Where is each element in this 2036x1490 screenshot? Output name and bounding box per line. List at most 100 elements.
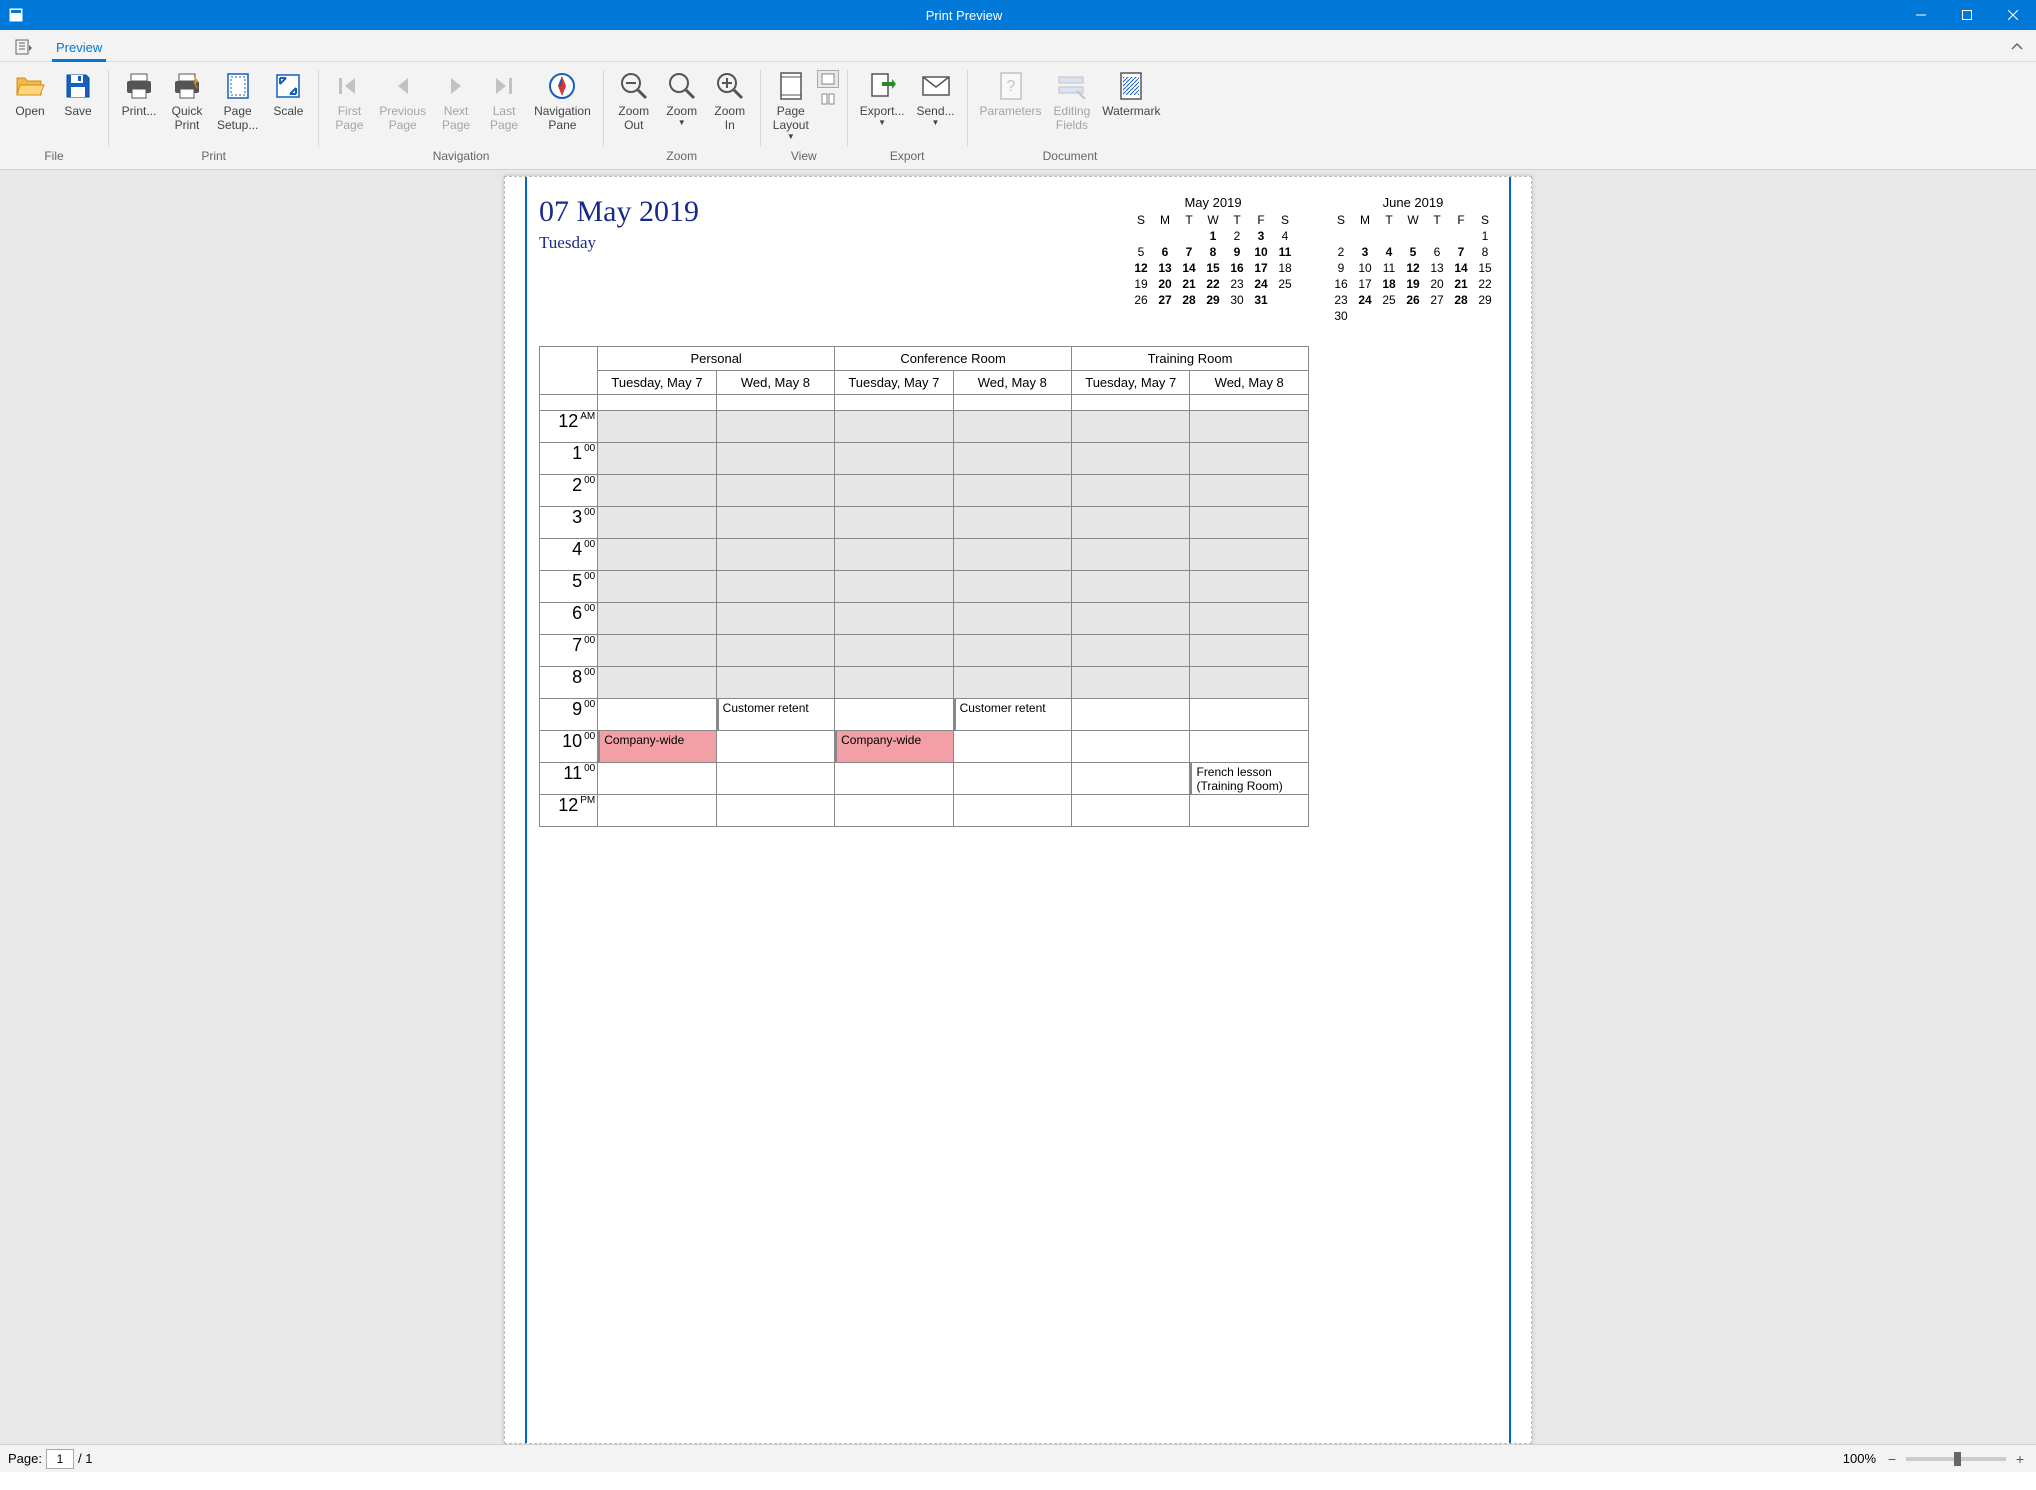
schedule-cell xyxy=(835,539,953,571)
time-label: 900 xyxy=(540,699,598,731)
preview-workspace[interactable]: 07 May 2019 Tuesday May 2019SMTWTFS12345… xyxy=(0,170,2036,1444)
schedule-cell xyxy=(1072,475,1190,507)
zoom-in-icon xyxy=(714,70,746,102)
schedule-cell xyxy=(835,699,953,731)
schedule-cell xyxy=(716,731,834,763)
page-number-input[interactable] xyxy=(46,1449,74,1469)
minimize-button[interactable] xyxy=(1898,0,1944,30)
schedule-cell xyxy=(835,443,953,475)
schedule-cell xyxy=(1190,699,1309,731)
maximize-button[interactable] xyxy=(1944,0,1990,30)
schedule-cell xyxy=(598,635,716,667)
chevron-down-icon: ▼ xyxy=(932,118,940,127)
schedule-cell xyxy=(1190,731,1309,763)
page-setup-button[interactable]: Page Setup... xyxy=(211,66,264,145)
schedule-cell: Company-wide xyxy=(598,731,716,763)
send-button[interactable]: Send... ▼ xyxy=(910,66,960,145)
time-label: 12PM xyxy=(540,795,598,827)
mini-cal-title: June 2019 xyxy=(1329,195,1497,210)
view-multi-icon[interactable] xyxy=(817,90,839,108)
first-page-icon xyxy=(333,70,365,102)
schedule-cell xyxy=(835,635,953,667)
zoom-out-button[interactable]: Zoom Out xyxy=(610,66,658,145)
schedule-cell xyxy=(598,411,716,443)
zoom-thumb[interactable] xyxy=(1954,1452,1961,1466)
save-button[interactable]: Save xyxy=(54,66,102,145)
schedule-cell xyxy=(953,411,1071,443)
schedule-cell xyxy=(598,699,716,731)
schedule-cell xyxy=(1072,507,1190,539)
schedule-cell xyxy=(835,507,953,539)
close-button[interactable] xyxy=(1990,0,2036,30)
preview-page: 07 May 2019 Tuesday May 2019SMTWTFS12345… xyxy=(504,176,1532,1444)
scale-button[interactable]: Scale xyxy=(264,66,312,145)
compass-icon xyxy=(546,70,578,102)
schedule-cell xyxy=(953,635,1071,667)
view-single-icon[interactable] xyxy=(817,70,839,88)
schedule-cell xyxy=(1190,667,1309,699)
scale-icon xyxy=(272,70,304,102)
print-button[interactable]: Print... xyxy=(115,66,163,145)
last-page-button[interactable]: Last Page xyxy=(480,66,528,145)
schedule-cell xyxy=(1190,475,1309,507)
calendar-event: French lesson (Training Room) xyxy=(1190,763,1308,794)
zoom-track[interactable] xyxy=(1906,1457,2006,1461)
schedule-cell xyxy=(598,475,716,507)
app-icon xyxy=(2,1,30,29)
group-zoom: Zoom Out Zoom ▼ Zoom In Zoom xyxy=(608,66,756,169)
export-button[interactable]: Export... ▼ xyxy=(854,66,911,145)
chevron-down-icon: ▼ xyxy=(678,118,686,127)
room-header: Conference Room xyxy=(835,347,1072,371)
day-header: Tuesday, May 7 xyxy=(598,371,716,395)
time-label: 1100 xyxy=(540,763,598,795)
schedule-cell xyxy=(716,475,834,507)
page-date-title: 07 May 2019 xyxy=(539,195,1129,229)
open-folder-icon xyxy=(14,70,46,102)
day-header: Tuesday, May 7 xyxy=(1072,371,1190,395)
schedule-cell xyxy=(1190,795,1309,827)
next-page-button[interactable]: Next Page xyxy=(432,66,480,145)
group-document: ? Parameters Editing Fields Watermark Do… xyxy=(972,66,1169,169)
collapse-ribbon-button[interactable] xyxy=(2008,38,2026,56)
schedule-cell xyxy=(1190,635,1309,667)
zoom-in-button[interactable]: Zoom In xyxy=(706,66,754,145)
open-button[interactable]: Open xyxy=(6,66,54,145)
navigation-pane-button[interactable]: Navigation Pane xyxy=(528,66,597,145)
schedule-grid: PersonalConference RoomTraining RoomTues… xyxy=(539,346,1309,827)
schedule-cell xyxy=(953,603,1071,635)
schedule-cell xyxy=(598,763,716,795)
schedule-cell xyxy=(835,475,953,507)
previous-page-button[interactable]: Previous Page xyxy=(373,66,432,145)
zoom-slider[interactable]: − + xyxy=(1884,1451,2028,1467)
watermark-button[interactable]: Watermark xyxy=(1096,66,1166,145)
schedule-cell xyxy=(1072,443,1190,475)
page-layout-button[interactable]: Page Layout ▼ xyxy=(767,66,815,145)
schedule-cell xyxy=(598,667,716,699)
schedule-cell xyxy=(1072,635,1190,667)
schedule-cell xyxy=(598,539,716,571)
schedule-cell xyxy=(716,635,834,667)
schedule-cell xyxy=(716,571,834,603)
parameters-button[interactable]: ? Parameters xyxy=(974,66,1048,145)
zoom-icon xyxy=(666,70,698,102)
tab-preview[interactable]: Preview xyxy=(42,34,116,61)
group-print: Print... Quick Print Page Setup... Scale… xyxy=(113,66,314,169)
chevron-down-icon: ▼ xyxy=(878,118,886,127)
first-page-button[interactable]: First Page xyxy=(325,66,373,145)
schedule-cell xyxy=(835,795,953,827)
schedule-cell xyxy=(716,411,834,443)
editing-fields-button[interactable]: Editing Fields xyxy=(1048,66,1097,145)
mini-calendar: June 2019SMTWTFS123456789101112131415161… xyxy=(1329,195,1497,324)
day-header: Wed, May 8 xyxy=(1190,371,1309,395)
time-label: 400 xyxy=(540,539,598,571)
schedule-cell xyxy=(1072,571,1190,603)
schedule-cell xyxy=(835,667,953,699)
zoom-minus-button[interactable]: − xyxy=(1884,1451,1900,1467)
zoom-plus-button[interactable]: + xyxy=(2012,1451,2028,1467)
quick-print-button[interactable]: Quick Print xyxy=(163,66,211,145)
file-menu-button[interactable] xyxy=(6,33,42,61)
zoom-button[interactable]: Zoom ▼ xyxy=(658,66,706,145)
time-label: 100 xyxy=(540,443,598,475)
schedule-cell xyxy=(598,603,716,635)
chevron-down-icon: ▼ xyxy=(787,132,795,141)
